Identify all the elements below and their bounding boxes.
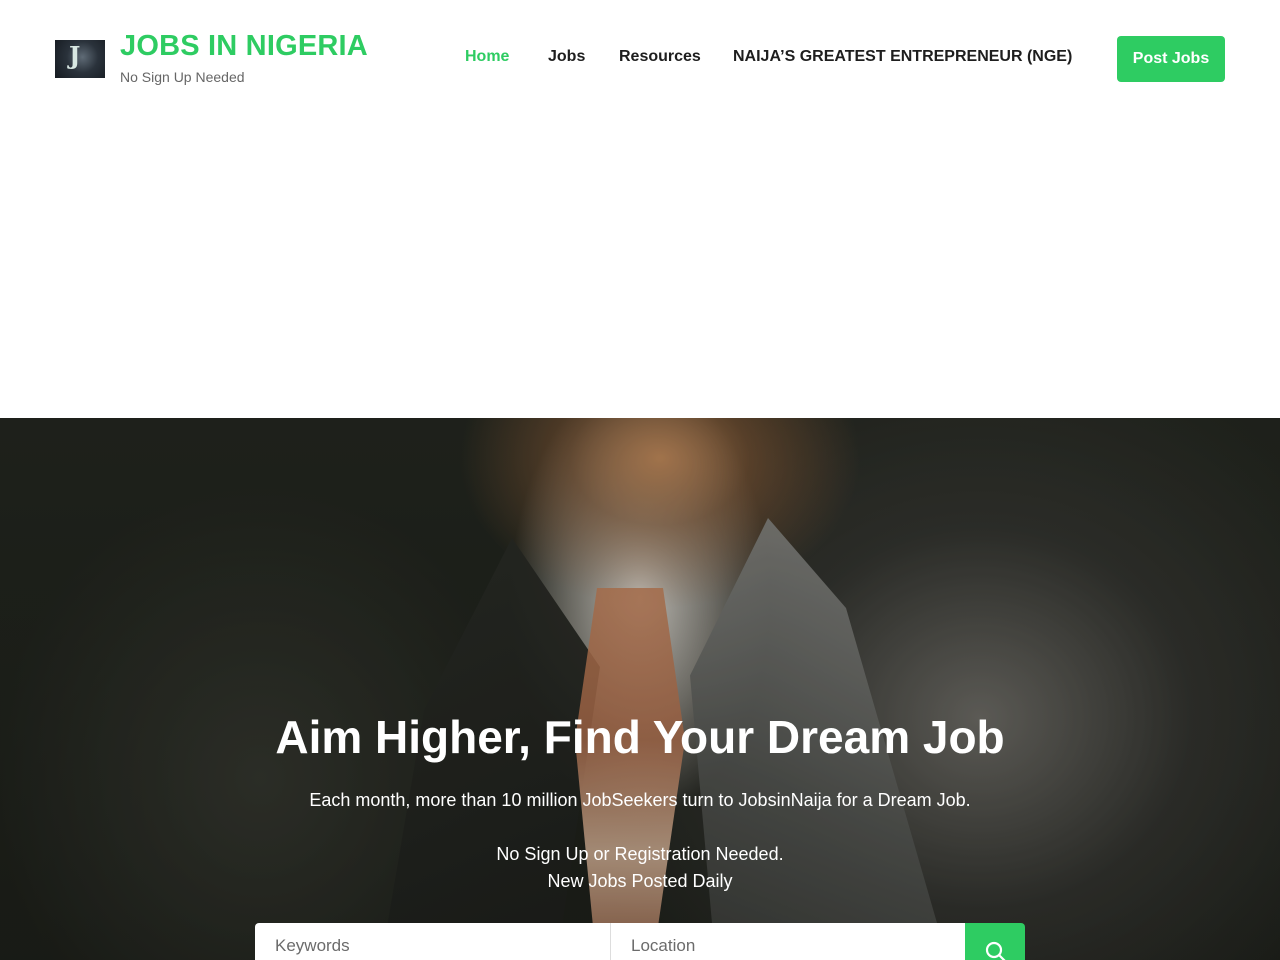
brand-title[interactable]: JOBS IN NIGERIA	[120, 30, 368, 63]
nav-item-home[interactable]: Home	[465, 48, 509, 66]
hero-subtitle: Each month, more than 10 million JobSeek…	[309, 790, 971, 810]
hero-title: Aim Higher, Find Your Dream Job	[275, 711, 1005, 763]
hero-section: Aim Higher, Find Your Dream Job Each mon…	[0, 418, 1280, 960]
keywords-input[interactable]	[255, 923, 610, 960]
nav-item-resources[interactable]: Resources	[619, 48, 701, 66]
search-icon	[985, 941, 1006, 960]
post-jobs-button[interactable]: Post Jobs	[1117, 36, 1225, 82]
brand-tagline: No Sign Up Needed	[120, 69, 245, 85]
logo-mark-icon: J	[69, 41, 81, 70]
nav-item-nge[interactable]: NAIJA’S GREATEST ENTREPRENEUR (NGE)	[733, 48, 1072, 66]
hero-line-no-signup: No Sign Up or Registration Needed.	[496, 844, 784, 864]
location-input[interactable]	[611, 923, 965, 960]
nav-item-jobs[interactable]: Jobs	[548, 48, 585, 66]
logo-image[interactable]: J	[55, 40, 105, 78]
job-search-form	[255, 923, 1025, 960]
hero-line-new-jobs: New Jobs Posted Daily	[547, 871, 733, 891]
search-button[interactable]	[965, 923, 1025, 960]
site-header: J JOBS IN NIGERIA No Sign Up Needed Home…	[0, 0, 1280, 116]
page: J JOBS IN NIGERIA No Sign Up Needed Home…	[0, 0, 1280, 960]
